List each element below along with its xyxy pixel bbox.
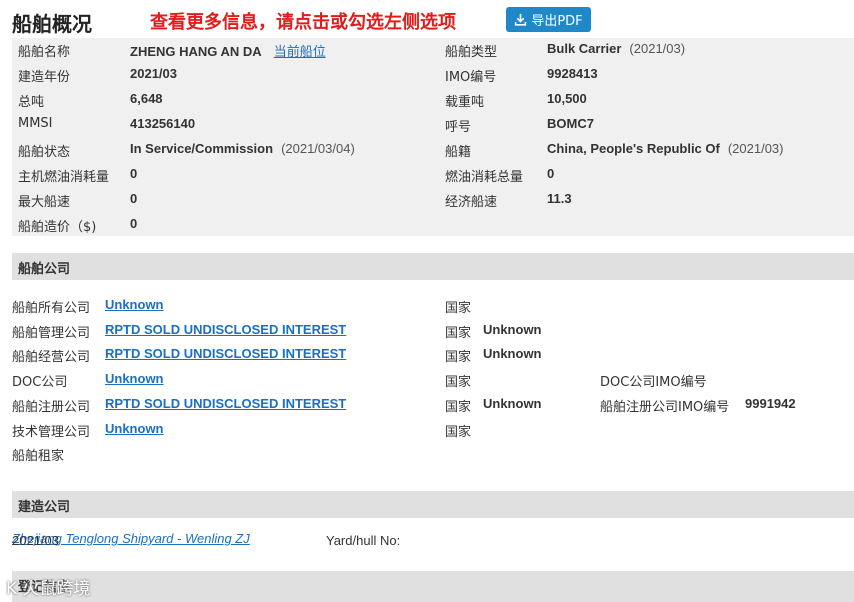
build-date: 2021/03 [12,533,59,548]
country-label: 国家 [445,425,472,440]
flag-value: China, People's Republic Of (2021/03) [547,141,784,156]
builder-section-header: 建造公司 [12,491,854,518]
ship-type-text: Bulk Carrier [547,41,622,56]
operator-label: 船舶经营公司 [12,350,91,365]
company-row-charterer: 船舶租家 [12,442,854,466]
economic-speed-value: 11.3 [547,191,572,206]
page-title: 船舶概况 [12,12,92,36]
doc-company-link[interactable]: Unknown [105,371,164,386]
company-row-operator: 船舶经营公司 RPTD SOLD UNDISCLOSED INTEREST 国家… [12,343,854,367]
company-row-registered-owner: 船舶注册公司 RPTD SOLD UNDISCLOSED INTEREST 国家… [12,393,854,417]
ship-cost-value: 0 [130,216,138,231]
flag-text: China, People's Republic Of [547,141,720,156]
yard-hull-label: Yard/hull No: [326,533,401,548]
max-speed-value: 0 [130,191,138,206]
ship-status-date: (2021/03/04) [281,141,355,156]
country-label: 国家 [445,350,472,365]
charterer-label: 船舶租家 [12,449,65,464]
ship-status-value: In Service/Commission (2021/03/04) [130,141,355,156]
country-label: 国家 [445,301,472,316]
ship-overview-panel: 船舶名称 ZHENG HANG AN DA 当前船位 船舶类型 Bulk Carr… [12,38,854,236]
notice-text: 查看更多信息，请点击或勾选左侧选项 [150,12,456,33]
company-row-doc: DOC公司 Unknown 国家 DOC公司IMO编号 [12,368,854,392]
owner-label: 船舶所有公司 [12,301,91,316]
builder-row: 2021/03 Zhejiang Tenglong Shipyard - Wen… [12,531,854,553]
export-pdf-button[interactable]: 导出PDF [506,7,591,32]
mmsi-value: 413256140 [130,116,196,131]
overview-row: 总吨 6,648 载重吨 10,500 [12,88,854,113]
total-fuel-value: 0 [547,166,555,181]
total-fuel-label: 燃油消耗总量 [445,170,524,185]
callsign-label: 呼号 [445,120,472,135]
watermark: K 火鼠跨境 [6,579,91,599]
build-year-value: 2021/03 [130,66,177,81]
company-section-title: 船舶公司 [18,262,71,277]
ship-status-text: In Service/Commission [130,141,274,156]
overview-row: 最大船速 0 经济船速 11.3 [12,188,854,213]
country-value: Unknown [483,396,542,411]
gross-tonnage-label: 总吨 [18,95,45,110]
operator-link[interactable]: RPTD SOLD UNDISCLOSED INTEREST [105,346,346,361]
ship-type-value: Bulk Carrier (2021/03) [547,41,685,56]
mmsi-label: MMSI [18,116,53,131]
flag-date: (2021/03) [727,141,784,156]
overview-row: 主机燃油消耗量 0 燃油消耗总量 0 [12,163,854,188]
flag-label: 船籍 [445,145,472,160]
builder-section-title: 建造公司 [18,500,71,515]
download-icon [515,13,527,26]
overview-row: 船舶造价（$) 0 [12,213,854,238]
company-row-manager: 船舶管理公司 RPTD SOLD UNDISCLOSED INTEREST 国家… [12,319,854,343]
ship-name-value: ZHENG HANG AN DA 当前船位 [130,41,326,60]
ship-type-label: 船舶类型 [445,45,498,60]
overview-row: MMSI 413256140 呼号 BOMC7 [12,113,854,138]
ship-name-text: ZHENG HANG AN DA [130,44,262,59]
ship-name-label: 船舶名称 [18,45,71,60]
imo-label: IMO编号 [445,70,497,85]
manager-label: 船舶管理公司 [12,326,91,341]
max-speed-label: 最大船速 [18,195,71,210]
country-label: 国家 [445,400,472,415]
main-engine-fuel-value: 0 [130,166,138,181]
ship-status-label: 船舶状态 [18,145,71,160]
current-position-link[interactable]: 当前船位 [274,45,326,60]
gross-tonnage-value: 6,648 [130,91,163,106]
country-value: Unknown [483,346,542,361]
imo-value: 9928413 [547,66,598,81]
registered-owner-link[interactable]: RPTD SOLD UNDISCLOSED INTEREST [105,396,346,411]
economic-speed-label: 经济船速 [445,195,498,210]
company-row-owner: 船舶所有公司 Unknown 国家 [12,294,854,318]
company-row-technical-manager: 技术管理公司 Unknown 国家 [12,418,854,442]
export-pdf-label: 导出PDF [531,14,583,29]
deadweight-value: 10,500 [547,91,587,106]
country-value: Unknown [483,322,542,337]
company-section-header: 船舶公司 [12,253,854,280]
manager-link[interactable]: RPTD SOLD UNDISCLOSED INTEREST [105,322,346,337]
owner-link[interactable]: Unknown [105,297,164,312]
registered-owner-imo-value: 9991942 [745,396,796,411]
build-year-label: 建造年份 [18,70,71,85]
technical-manager-link[interactable]: Unknown [105,421,164,436]
page-header: 船舶概况 查看更多信息，请点击或勾选左侧选项 导出PDF [0,0,854,38]
overview-row: 船舶状态 In Service/Commission (2021/03/04) 船… [12,138,854,163]
country-label: 国家 [445,375,472,390]
overview-row: 船舶名称 ZHENG HANG AN DA 当前船位 船舶类型 Bulk Carr… [12,38,854,63]
registered-owner-imo-label: 船舶注册公司IMO编号 [600,400,730,415]
doc-imo-label: DOC公司IMO编号 [600,375,707,390]
next-section-header: 登记信息 [12,571,854,602]
overview-row: 建造年份 2021/03 IMO编号 9928413 [12,63,854,88]
country-label: 国家 [445,326,472,341]
deadweight-label: 载重吨 [445,95,485,110]
technical-manager-label: 技术管理公司 [12,425,91,440]
registered-owner-label: 船舶注册公司 [12,400,91,415]
doc-company-label: DOC公司 [12,375,68,390]
main-engine-fuel-label: 主机燃油消耗量 [18,170,110,185]
ship-type-date: (2021/03) [629,41,686,56]
ship-cost-label: 船舶造价（$) [18,220,97,235]
callsign-value: BOMC7 [547,116,594,131]
